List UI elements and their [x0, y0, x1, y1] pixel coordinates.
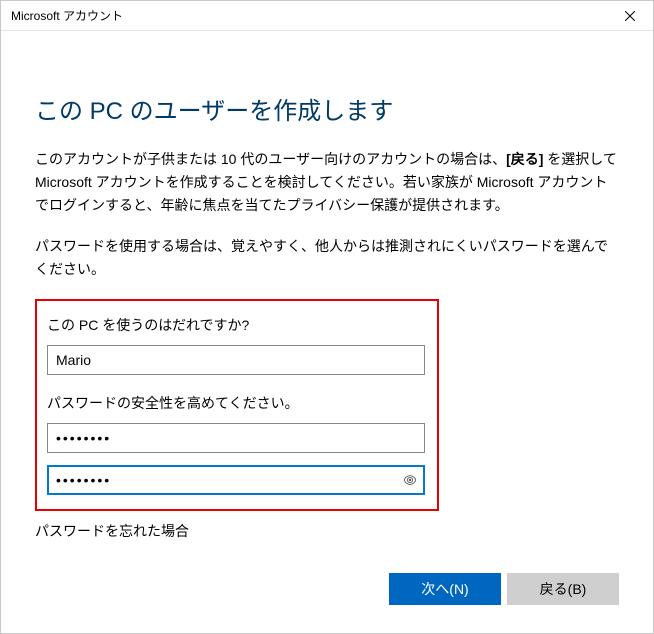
content-area: この PC のユーザーを作成します このアカウントが子供または 10 代のユーザ… — [1, 31, 653, 541]
back-button[interactable]: 戻る(B) — [507, 573, 619, 605]
intro-bold: [戻る] — [506, 151, 543, 167]
next-button[interactable]: 次へ(N) — [389, 573, 501, 605]
button-row: 次へ(N) 戻る(B) — [389, 573, 619, 605]
close-button[interactable] — [607, 1, 653, 31]
page-title: この PC のユーザーを作成します — [35, 91, 619, 126]
intro-paragraph: このアカウントが子供または 10 代のユーザー向けのアカウントの場合は、[戻る]… — [35, 148, 619, 217]
titlebar: Microsoft アカウント — [1, 1, 653, 31]
password-reveal-button[interactable] — [401, 471, 419, 489]
forgot-password-label: パスワードを忘れた場合 — [35, 521, 619, 541]
username-label: この PC を使うのはだれですか? — [47, 315, 427, 335]
username-input[interactable] — [47, 345, 425, 375]
password-input[interactable] — [47, 423, 425, 453]
intro-prefix: このアカウントが子供または 10 代のユーザー向けのアカウントの場合は、 — [35, 151, 506, 167]
window-title: Microsoft アカウント — [1, 7, 607, 24]
form-highlight-box: この PC を使うのはだれですか? パスワードの安全性を高めてください。 — [35, 299, 439, 511]
password-hint-paragraph: パスワードを使用する場合は、覚えやすく、他人からは推測されにくいパスワードを選ん… — [35, 235, 619, 281]
password-field-wrap — [47, 423, 425, 453]
password-confirm-field-wrap — [47, 465, 425, 495]
password-section-label: パスワードの安全性を高めてください。 — [47, 393, 427, 413]
eye-icon — [403, 473, 417, 487]
password-confirm-input[interactable] — [47, 465, 425, 495]
close-icon — [625, 11, 635, 21]
dialog-window: Microsoft アカウント この PC のユーザーを作成します このアカウン… — [0, 0, 654, 634]
